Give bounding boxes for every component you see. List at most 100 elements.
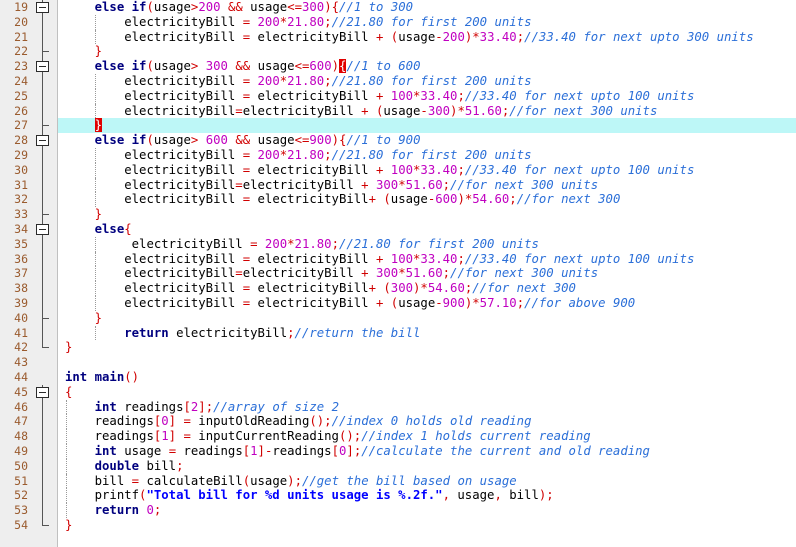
line-number: 34	[14, 221, 28, 236]
code-line-30[interactable]: electricityBill = electricityBill + 100*…	[58, 162, 796, 178]
gutter-line-22[interactable]: 22	[0, 44, 57, 60]
gutter-line-24[interactable]: 24	[0, 73, 57, 89]
gutter-line-50[interactable]: 50	[0, 458, 57, 474]
token-pun: ]	[198, 399, 206, 414]
gutter-line-30[interactable]: 30	[0, 162, 57, 178]
code-line-20[interactable]: electricityBill = 200*21.80;//21.80 for …	[58, 14, 796, 30]
code-line-51[interactable]: bill = calculateBill(usage);//get the bi…	[58, 473, 796, 489]
code-line-47[interactable]: readings[0] = inputOldReading();//index …	[58, 414, 796, 430]
code-line-44[interactable]: int main()	[58, 370, 796, 385]
gutter-line-53[interactable]: 53	[0, 503, 57, 518]
gutter-line-20[interactable]: 20	[0, 14, 57, 30]
code-line-48[interactable]: readings[1] = inputCurrentReading();//in…	[58, 429, 796, 444]
gutter-line-45[interactable]: 45	[0, 384, 57, 400]
code-line-25[interactable]: electricityBill = electricityBill + 100*…	[58, 88, 796, 104]
gutter-line-46[interactable]: 46	[0, 399, 57, 415]
fold-collapse-icon[interactable]	[36, 384, 57, 400]
gutter-line-49[interactable]: 49	[0, 443, 57, 459]
code-line-27[interactable]: }	[58, 118, 796, 134]
gutter-line-52[interactable]: 52	[0, 488, 57, 504]
gutter-line-38[interactable]: 38	[0, 281, 57, 296]
token-id	[65, 488, 95, 502]
code-line-41[interactable]: return electricityBill;//return the bill	[58, 325, 796, 341]
gutter-line-29[interactable]: 29	[0, 147, 57, 163]
gutter-line-34[interactable]: 34	[0, 221, 57, 237]
token-id: electricityBill	[257, 88, 369, 103]
token-pun: ;	[324, 73, 332, 88]
code-line-43[interactable]	[58, 355, 796, 370]
code-line-26[interactable]: electricityBill=electricityBill + (usage…	[58, 103, 796, 119]
gutter-line-27[interactable]: 27	[0, 118, 57, 134]
token-brace: {	[65, 384, 73, 399]
gutter-line-43[interactable]: 43	[0, 355, 57, 370]
fold-collapse-icon[interactable]	[36, 0, 57, 15]
gutter-line-26[interactable]: 26	[0, 103, 57, 119]
code-line-23[interactable]: else if(usage> 300 && usage<=600){//1 to…	[58, 59, 796, 74]
token-num: 1	[250, 443, 258, 458]
code-line-36[interactable]: electricityBill = electricityBill + 100*…	[58, 251, 796, 267]
code-line-34[interactable]: else{	[58, 222, 796, 237]
code-line-49[interactable]: int usage = readings[1]-readings[0];//ca…	[58, 443, 796, 459]
gutter-line-37[interactable]: 37	[0, 266, 57, 282]
gutter-line-31[interactable]: 31	[0, 177, 57, 193]
code-line-50[interactable]: double bill;	[58, 458, 796, 474]
gutter-line-33[interactable]: 33	[0, 207, 57, 222]
code-line-22[interactable]: }	[58, 44, 796, 59]
code-line-35[interactable]: electricityBill = 200*21.80;//21.80 for …	[58, 236, 796, 252]
gutter-line-32[interactable]: 32	[0, 192, 57, 208]
gutter-line-28[interactable]: 28	[0, 133, 57, 148]
code-line-31[interactable]: electricityBill=electricityBill + 300*51…	[58, 177, 796, 193]
token-id: usage	[457, 488, 495, 503]
code-line-38[interactable]: electricityBill = electricityBill+ (300)…	[58, 281, 796, 296]
token-op: +	[368, 281, 376, 296]
line-number: 42	[14, 340, 28, 355]
code-line-21[interactable]: electricityBill = electricityBill + (usa…	[58, 29, 796, 45]
code-line-19[interactable]: else if(usage>200 && usage<=300){//1 to …	[58, 0, 796, 15]
token-pun: ;	[546, 488, 554, 503]
token-pun: ;	[457, 88, 465, 103]
code-line-46[interactable]: int readings[2];//array of size 2	[58, 399, 796, 415]
token-cmt: //1 to 900	[346, 133, 421, 148]
gutter-line-23[interactable]: 23	[0, 59, 57, 74]
code-line-28[interactable]: else if(usage> 600 && usage<=900){//1 to…	[58, 133, 796, 148]
gutter-line-36[interactable]: 36	[0, 251, 57, 267]
gutter-line-42[interactable]: 42	[0, 340, 57, 355]
fold-collapse-icon[interactable]	[36, 59, 57, 74]
gutter-line-40[interactable]: 40	[0, 310, 57, 326]
code-line-52[interactable]: printf("Total bill for %d units usage is…	[58, 488, 796, 504]
gutter-line-48[interactable]: 48	[0, 429, 57, 444]
gutter-line-35[interactable]: 35	[0, 236, 57, 252]
gutter-line-19[interactable]: 19	[0, 0, 57, 15]
code-line-24[interactable]: electricityBill = 200*21.80;//21.80 for …	[58, 73, 796, 89]
fold-collapse-icon[interactable]	[36, 133, 57, 148]
code-line-54[interactable]: }	[58, 518, 796, 533]
code-line-42[interactable]: }	[58, 340, 796, 355]
gutter-line-41[interactable]: 41	[0, 325, 57, 341]
code-line-32[interactable]: electricityBill = electricityBill+ (usag…	[58, 192, 796, 208]
token-op: =	[131, 473, 140, 488]
gutter-line-21[interactable]: 21	[0, 29, 57, 45]
code-line-29[interactable]: electricityBill = 200*21.80;//21.80 for …	[58, 147, 796, 163]
code-line-45[interactable]: {	[58, 385, 796, 400]
token-cmt: //return the bill	[294, 325, 421, 340]
indent-guide	[95, 295, 97, 311]
token-pun: [	[183, 399, 191, 414]
editor-code-area[interactable]: else if(usage>200 && usage<=300){//1 to …	[58, 0, 796, 547]
code-line-40[interactable]: }	[58, 311, 796, 326]
token-id	[124, 133, 131, 147]
code-line-39[interactable]: electricityBill = electricityBill + (usa…	[58, 295, 796, 311]
gutter-line-25[interactable]: 25	[0, 88, 57, 104]
code-line-37[interactable]: electricityBill=electricityBill + 300*51…	[58, 266, 796, 282]
token-num: 300	[302, 0, 325, 14]
gutter-line-44[interactable]: 44	[0, 370, 57, 385]
gutter-line-39[interactable]: 39	[0, 295, 57, 311]
code-line-33[interactable]: }	[58, 207, 796, 222]
gutter-line-51[interactable]: 51	[0, 473, 57, 489]
editor-gutter[interactable]: 19 20 21 22 23 24 25 26 27 28 29 30 31 32 33 34 35 36 37 38…	[0, 0, 58, 547]
token-op: =	[235, 177, 243, 192]
gutter-line-54[interactable]: 54	[0, 517, 57, 533]
code-editor-window[interactable]: 19 20 21 22 23 24 25 26 27 28 29 30 31 32 33 34 35 36 37 38…	[0, 0, 796, 547]
gutter-line-47[interactable]: 47	[0, 414, 57, 430]
fold-collapse-icon[interactable]	[36, 221, 57, 237]
code-line-53[interactable]: return 0;	[58, 503, 796, 518]
